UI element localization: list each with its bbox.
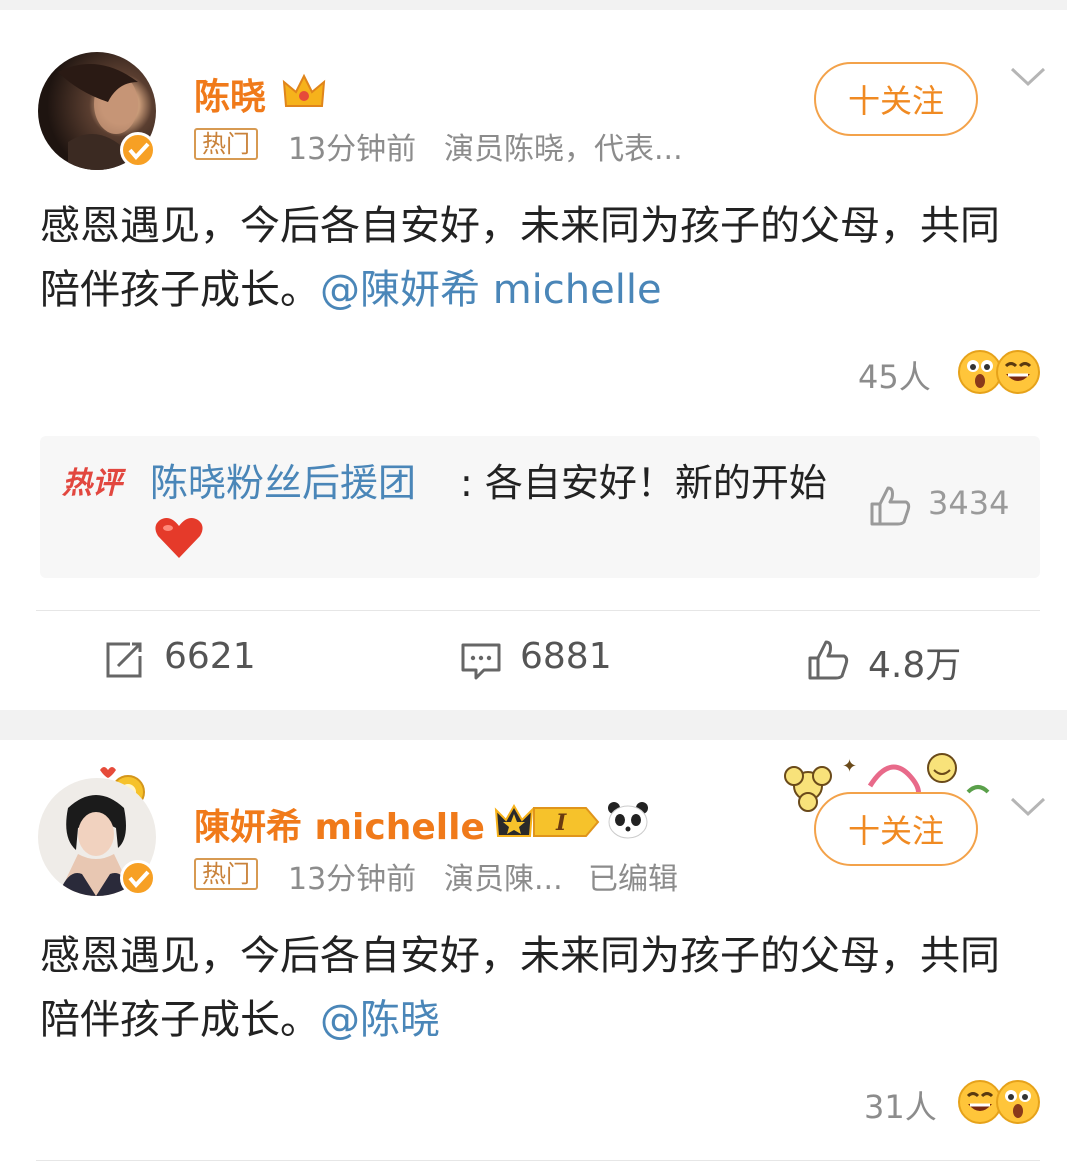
post-text: 感恩遇见，今后各自安好，未来同为孩子的父母，共同陪伴孩子成长。@陈晓	[40, 924, 1020, 1052]
weibo-post-1: 陈晓 热门 13分钟前 演员陈晓，代表... 十关注 感恩遇见，今后各自安好，未…	[0, 10, 1067, 710]
comment-count[interactable]: 6881	[520, 636, 612, 677]
post-source: 演员陈晓，代表...	[444, 132, 683, 167]
weibo-post-2: 陳妍希 michelle I 热门 13分钟前 演员陳... 已编辑 ✦ 十关注…	[0, 740, 1067, 1167]
post-time: 13分钟前	[288, 862, 417, 897]
reaction-count[interactable]: 45人	[858, 352, 931, 398]
repost-count[interactable]: 6621	[164, 636, 256, 677]
chevron-down-icon[interactable]	[1010, 66, 1046, 88]
follow-button[interactable]: 十关注	[814, 62, 978, 136]
panda-icon	[608, 802, 648, 839]
verified-badge-icon	[120, 860, 156, 896]
post-text: 感恩遇见，今后各自安好，未来同为孩子的父母，共同陪伴孩子成长。@陳妍希 mich…	[40, 194, 1020, 322]
vip-level-badge-icon: I	[494, 803, 600, 837]
svg-text:I: I	[555, 810, 567, 836]
divider	[36, 1160, 1040, 1161]
verified-badge-icon	[120, 132, 156, 168]
reaction-count[interactable]: 31人	[864, 1082, 937, 1128]
thumbs-up-icon[interactable]	[868, 484, 912, 528]
hot-comment-likes: 3434	[928, 484, 1010, 522]
divider	[36, 610, 1040, 611]
svg-text:✦: ✦	[842, 756, 857, 777]
repost-icon[interactable]	[104, 640, 144, 680]
post-source: 演员陳...	[444, 862, 563, 897]
hot-tag: 热门	[194, 128, 258, 160]
mention-link[interactable]: @陳妍希 michelle	[320, 267, 662, 313]
mention-link[interactable]: @陈晓	[320, 997, 440, 1043]
username[interactable]: 陈晓	[194, 68, 266, 120]
like-count[interactable]: 4.8万	[868, 636, 961, 688]
comment-icon[interactable]	[460, 642, 502, 682]
username[interactable]: 陳妍希 michelle	[194, 798, 485, 850]
surprised-emoji-icon	[996, 1080, 1040, 1124]
post-time: 13分钟前	[288, 132, 417, 167]
crown-icon	[282, 73, 326, 107]
hot-comment-text: : 各自安好！新的开始	[460, 461, 827, 505]
follow-button[interactable]: 十关注	[814, 792, 978, 866]
hot-comment-tag: 热评	[62, 466, 122, 501]
top-divider-bar	[0, 0, 1067, 10]
edited-label: 已编辑	[588, 862, 678, 897]
like-icon[interactable]	[806, 638, 852, 682]
chevron-down-icon[interactable]	[1010, 796, 1046, 818]
laughing-emoji-icon	[996, 350, 1040, 394]
post-separator	[0, 710, 1067, 740]
heart-emoji-icon	[155, 518, 203, 558]
hot-comment-author[interactable]: 陈晓粉丝后援团	[150, 452, 416, 507]
hot-tag: 热门	[194, 858, 258, 890]
hot-comment[interactable]: 热评 陈晓粉丝后援团 : 各自安好！新的开始 3434	[40, 436, 1040, 578]
post-text-main: 感恩遇见，今后各自安好，未来同为孩子的父母，共同陪伴孩子成长。	[40, 933, 1000, 1043]
